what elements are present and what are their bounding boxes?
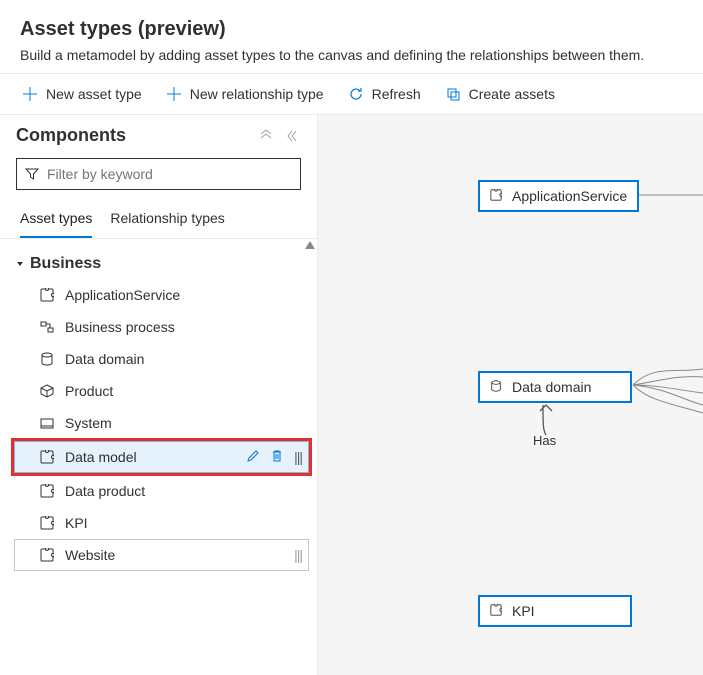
collapse-up-icon[interactable] [259,129,273,143]
cube-icon [39,383,55,399]
item-label: KPI [65,515,302,531]
page-header: Asset types (preview) Build a metamodel … [0,0,703,73]
item-data-product[interactable]: Data product [14,475,309,507]
copy-icon [445,86,461,102]
filter-icon [25,167,39,181]
components-panel: Components Asset types Relationship type… [0,115,318,675]
item-website[interactable]: Website ||| [14,539,309,571]
create-assets-label: Create assets [469,86,555,102]
refresh-label: Refresh [372,86,421,102]
scroll-indicator-icon [305,241,315,249]
item-data-model[interactable]: Data model ||| [14,441,309,473]
plus-icon [166,86,182,102]
caret-down-icon [16,260,24,268]
puzzle-icon [490,189,504,203]
item-label: ApplicationService [65,287,302,303]
node-label: ApplicationService [512,188,627,204]
drag-handle-icon[interactable]: ||| [294,449,302,465]
node-label: Data domain [512,379,591,395]
refresh-icon [348,86,364,102]
new-asset-type-button[interactable]: New asset type [12,80,152,108]
item-label: Data model [65,449,236,465]
node-label: KPI [512,603,535,619]
puzzle-icon [39,287,55,303]
page-title: Asset types (preview) [20,18,683,41]
new-asset-type-label: New asset type [46,86,142,102]
item-label: Business process [65,319,302,335]
database-icon [39,351,55,367]
puzzle-icon [39,515,55,531]
canvas-node-applicationservice[interactable]: ApplicationService [478,180,639,212]
puzzle-icon [490,604,504,618]
item-applicationservice[interactable]: ApplicationService [14,279,309,311]
puzzle-icon [39,449,55,465]
item-label: System [65,415,302,431]
item-label: Data domain [65,351,302,367]
panel-controls [259,129,301,143]
group-business[interactable]: Business [14,249,309,279]
collapse-left-icon[interactable] [287,129,301,143]
command-bar: New asset type New relationship type Ref… [0,73,703,115]
item-label: Product [65,383,302,399]
tab-relationship-types[interactable]: Relationship types [110,200,224,238]
panel-title: Components [16,125,126,146]
new-relationship-type-label: New relationship type [190,86,324,102]
filter-container [0,154,317,200]
item-label: Website [65,547,284,563]
asset-type-tree: Business ApplicationService Business pro… [0,239,317,581]
filter-text-field[interactable] [47,166,292,182]
system-icon [39,415,55,431]
main-layout: Components Asset types Relationship type… [0,115,703,675]
refresh-button[interactable]: Refresh [338,80,431,108]
item-product[interactable]: Product [14,375,309,407]
delete-icon[interactable] [270,449,284,465]
create-assets-button[interactable]: Create assets [435,80,565,108]
item-business-process[interactable]: Business process [14,311,309,343]
edit-icon[interactable] [246,449,260,465]
puzzle-icon [39,547,55,563]
item-actions: ||| [246,449,302,465]
new-relationship-type-button[interactable]: New relationship type [156,80,334,108]
item-data-domain[interactable]: Data domain [14,343,309,375]
sidebar-tabs: Asset types Relationship types [0,200,317,239]
database-icon [490,380,504,394]
page-subtitle: Build a metamodel by adding asset types … [20,47,683,63]
item-label: Data product [65,483,302,499]
canvas-node-kpi[interactable]: KPI [478,595,632,627]
puzzle-icon [39,483,55,499]
drag-handle-icon[interactable]: ||| [294,547,302,563]
canvas-node-datadomain[interactable]: Data domain [478,371,632,403]
tab-asset-types[interactable]: Asset types [20,200,92,238]
item-kpi[interactable]: KPI [14,507,309,539]
edge-label-has: Has [533,433,556,448]
metamodel-canvas[interactable]: ApplicationService Data domain Has KPI [318,115,703,675]
plus-icon [22,86,38,102]
process-icon [39,319,55,335]
panel-header: Components [0,115,317,154]
group-label: Business [30,255,101,273]
item-system[interactable]: System [14,407,309,439]
filter-input[interactable] [16,158,301,190]
